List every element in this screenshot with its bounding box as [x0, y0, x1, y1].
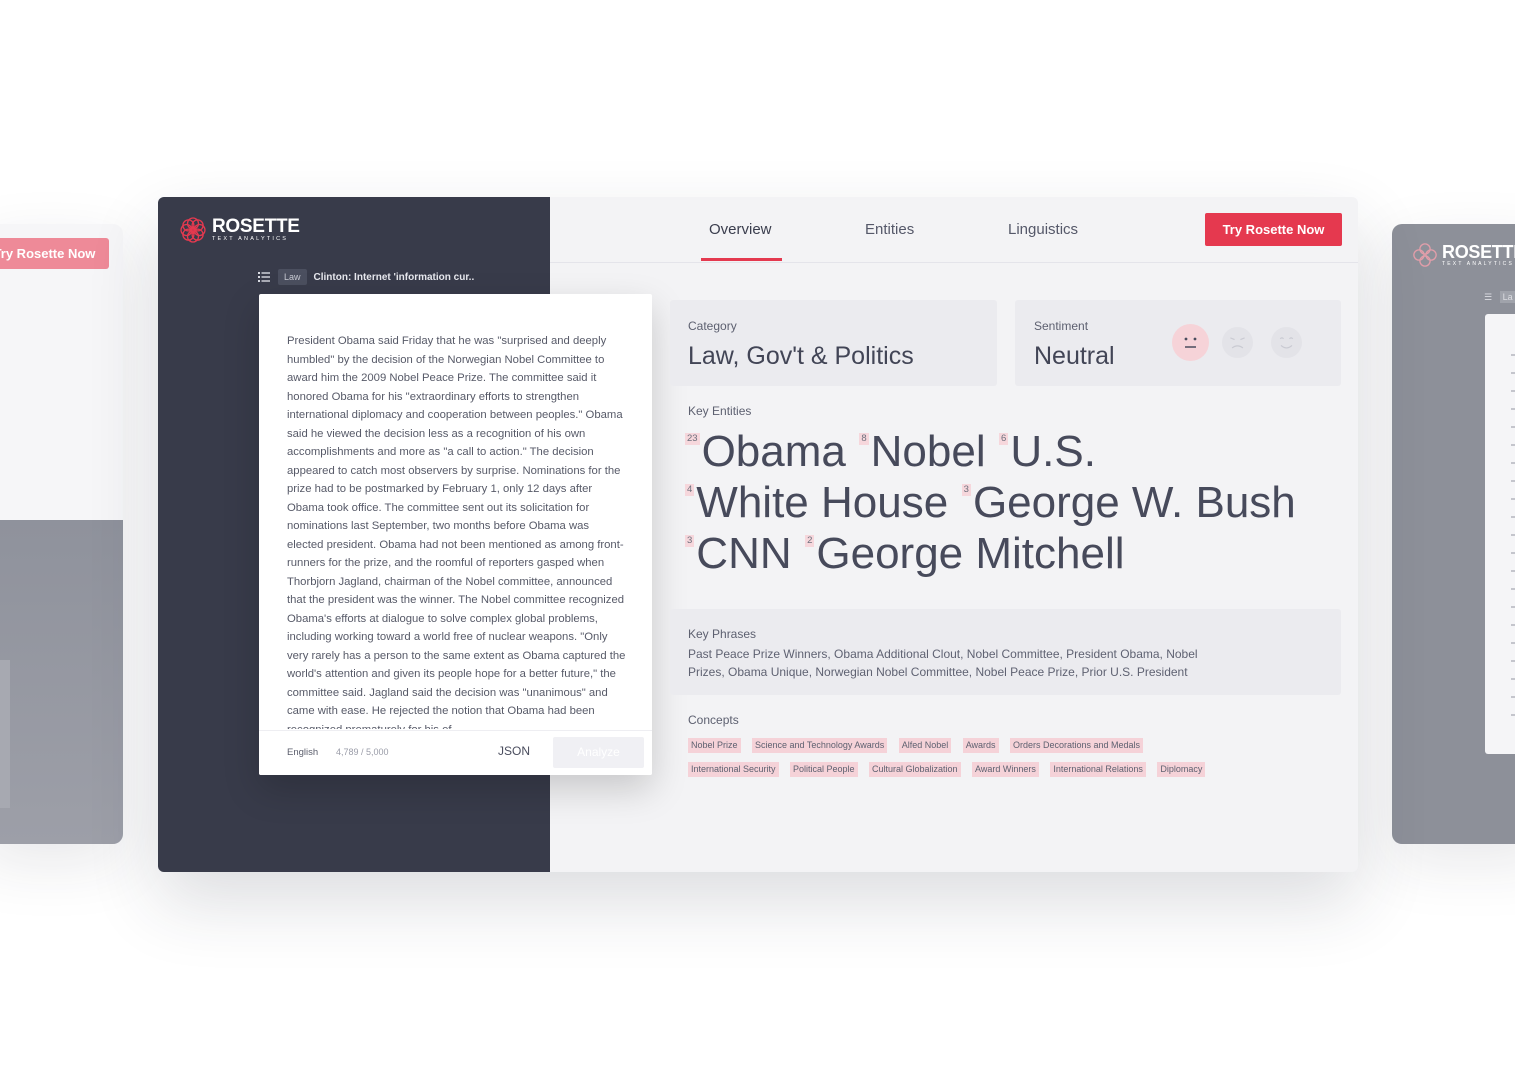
sentiment-label: Sentiment [1034, 319, 1089, 333]
angry-face-icon[interactable] [1222, 327, 1253, 358]
tab-linguistics[interactable]: Linguistics [1008, 221, 1078, 238]
concept-tag[interactable]: Cultural Globalization [869, 762, 961, 777]
json-button[interactable]: JSON [498, 744, 530, 758]
category-card: Category Law, Gov't & Politics [670, 300, 997, 386]
analyze-button[interactable]: Analyze [553, 737, 644, 768]
entity-item[interactable]: 3George W. Bush [961, 478, 1296, 528]
editor-sheet-right [1485, 314, 1515, 754]
rosette-logo-icon [180, 217, 206, 243]
active-tab-indicator [701, 258, 782, 261]
concept-tag[interactable]: Alfed Nobel [898, 738, 952, 753]
neutral-face-icon[interactable] [1172, 324, 1209, 361]
entity-item[interactable]: 6U.S. [999, 427, 1096, 477]
entity-item[interactable]: 3CNN [685, 529, 792, 579]
concept-tag[interactable]: Nobel Prize [688, 738, 741, 753]
entity-count: 2 [805, 535, 815, 547]
logo[interactable]: ROSETTE TEXT ANALYTICS [179, 216, 300, 244]
sentiment-value: Neutral [1034, 342, 1115, 370]
entity-count: 4 [685, 484, 695, 496]
concept-tag[interactable]: International Relations [1050, 762, 1146, 777]
category-tag: Law [278, 269, 307, 285]
background-card-left-dark-area [0, 520, 123, 844]
category-label: Category [688, 319, 737, 333]
entity-name: Obama [701, 427, 846, 476]
logo-title-right: ROSETTE [1442, 242, 1515, 262]
main-window: ROSETTE TEXT ANALYTICS Law Clinton: Inte… [158, 197, 1358, 872]
entity-name: White House [696, 478, 949, 527]
concept-tag[interactable]: Award Winners [972, 762, 1039, 777]
input-text-area[interactable]: President Obama said Friday that he was … [287, 332, 627, 729]
background-card-right: ROSETTE TEXT ANALYTICS ☰ La [1392, 224, 1515, 844]
entity-count: 3 [685, 535, 695, 547]
editor-footer: English 4,789 / 5,000 JSON Analyze [259, 730, 652, 775]
concept-tag[interactable]: Orders Decorations and Medals [1010, 738, 1144, 753]
rosette-logo-icon [1413, 243, 1437, 267]
concept-tag[interactable]: Diplomacy [1157, 762, 1206, 777]
concepts-label: Concepts [688, 713, 739, 727]
key-entities-row: 3CNN 2George Mitchell [685, 529, 1134, 579]
document-title[interactable]: Clinton: Internet 'information cur.. [314, 272, 475, 283]
law-tag-right: La [1499, 291, 1515, 303]
entity-count: 23 [685, 433, 700, 445]
logo-title: ROSETTE [212, 216, 300, 238]
logo-tagline: TEXT ANALYTICS [212, 236, 289, 243]
sentiment-card: Sentiment Neutral [1015, 300, 1341, 386]
key-entities-row: 23Obama 8Nobel 6U.S. [685, 427, 1105, 477]
try-rosette-now-button[interactable]: Try Rosette Now [1205, 213, 1342, 246]
entity-count: 3 [961, 484, 971, 496]
entity-name: Nobel [870, 427, 986, 476]
category-value: Law, Gov't & Politics [688, 342, 914, 370]
key-phrases-text: Past Peace Prize Winners, Obama Addition… [688, 647, 1198, 679]
language-selector[interactable]: English [287, 747, 318, 758]
entity-item[interactable]: 4White House [685, 478, 948, 528]
entity-name: George Mitchell [816, 529, 1125, 578]
tab-entities[interactable]: Entities [865, 221, 914, 238]
key-entities-label: Key Entities [688, 404, 752, 418]
key-phrases-card: Key Phrases Past Peace Prize Winners, Ob… [670, 609, 1341, 695]
try-rosette-button-left[interactable]: Try Rosette Now [0, 238, 109, 269]
entity-count: 8 [859, 433, 869, 445]
list-icon[interactable] [258, 272, 270, 282]
concepts-list: Nobel Prize Science and Technology Award… [688, 735, 1248, 783]
entity-item[interactable]: 2George Mitchell [805, 529, 1125, 579]
key-phrases-label: Key Phrases [688, 627, 757, 641]
entity-name: U.S. [1010, 427, 1096, 476]
background-card-left: Try Rosette Now [0, 224, 123, 844]
document-breadcrumb: Law Clinton: Internet 'information cur.. [258, 269, 474, 285]
entity-count: 6 [999, 433, 1009, 445]
concept-tag[interactable]: Political People [790, 762, 858, 777]
text-editor: President Obama said Friday that he was … [259, 294, 652, 775]
tab-overview[interactable]: Overview [709, 221, 772, 238]
entity-name: CNN [696, 529, 792, 578]
character-count: 4,789 / 5,000 [336, 747, 389, 757]
entity-item[interactable]: 23Obama [685, 427, 846, 477]
background-card-left-panel [0, 660, 10, 808]
top-navigation: Overview Entities Linguistics Try Rosett… [550, 197, 1358, 263]
logo-tagline-right: TEXT ANALYTICS [1442, 261, 1515, 267]
key-entities-row: 4White House 3George W. Bush [685, 478, 1305, 528]
logo-right: ROSETTE TEXT ANALYTICS [1412, 242, 1515, 268]
entity-name: George W. Bush [972, 478, 1296, 527]
happy-face-icon[interactable] [1271, 327, 1302, 358]
concept-tag[interactable]: Science and Technology Awards [751, 738, 888, 753]
list-icon-right: ☰ [1484, 292, 1493, 302]
concept-tag[interactable]: International Security [688, 762, 779, 777]
entity-item[interactable]: 8Nobel [859, 427, 986, 477]
concept-tag[interactable]: Awards [962, 738, 999, 753]
breadcrumb-right: ☰ La [1484, 291, 1515, 303]
